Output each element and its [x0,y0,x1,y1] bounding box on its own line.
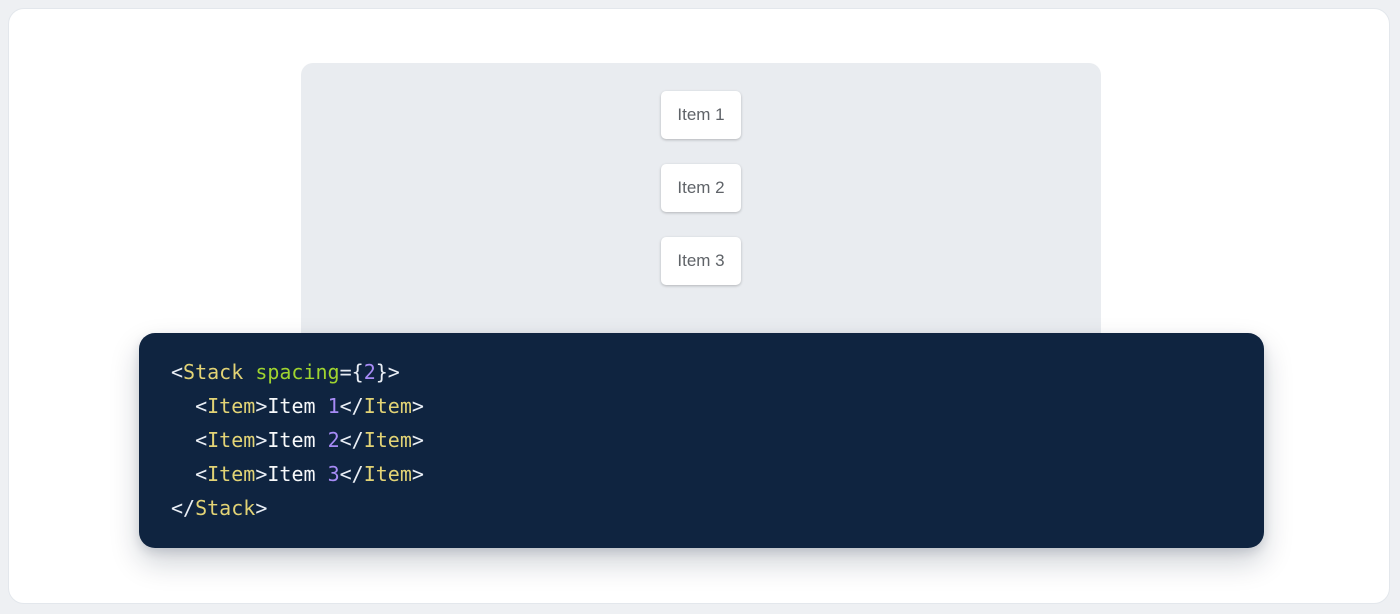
code-token-tag: Item [364,394,412,418]
code-token-num: 2 [364,360,376,384]
code-token-punc: </ [171,496,195,520]
code-token-tag: Item [207,462,255,486]
code-content: <Stack spacing={2}> <Item>Item 1</Item> … [171,355,1232,525]
stack-item: Item 1 [661,91,740,139]
code-token-text [171,394,195,418]
code-token-punc: < [195,394,207,418]
stack-item-label: Item 2 [677,178,724,197]
demo-card: Item 1 Item 2 Item 3 <Stack spacing={2}>… [8,8,1390,604]
code-token-punc: < [195,462,207,486]
code-token-text [171,428,195,452]
code-line: <Item>Item 2</Item> [171,423,1232,457]
code-token-punc: > [412,428,424,452]
code-token-num: 1 [328,394,340,418]
code-token-punc: > [255,462,267,486]
stack-item: Item 3 [661,237,740,285]
code-token-punc: </ [340,394,364,418]
stack-item-label: Item 3 [677,251,724,270]
code-token-tag: Item [364,428,412,452]
code-token-num: 2 [328,428,340,452]
code-token-punc: ={ [340,360,364,384]
code-token-punc: > [412,394,424,418]
code-token-text: Item [267,462,327,486]
code-token-text: Item [267,394,327,418]
code-token-tag: Item [207,394,255,418]
code-block: <Stack spacing={2}> <Item>Item 1</Item> … [139,333,1264,548]
code-token-punc: > [255,394,267,418]
code-token-tag: Stack [183,360,243,384]
stack-item-label: Item 1 [677,105,724,124]
code-token-punc: </ [340,428,364,452]
stack-preview-panel: Item 1 Item 2 Item 3 [301,63,1101,355]
code-token-text [243,360,255,384]
code-token-punc: < [171,360,183,384]
code-token-punc: > [255,428,267,452]
code-token-punc: < [195,428,207,452]
code-line: <Stack spacing={2}> [171,355,1232,389]
code-token-tag: Stack [195,496,255,520]
stack-item: Item 2 [661,164,740,212]
code-line: </Stack> [171,491,1232,525]
code-token-punc: </ [340,462,364,486]
code-token-text [171,462,195,486]
code-token-num: 3 [328,462,340,486]
code-token-punc: > [412,462,424,486]
code-token-punc: > [255,496,267,520]
code-token-text: Item [267,428,327,452]
code-token-tag: Item [207,428,255,452]
code-token-attr: spacing [255,360,339,384]
code-token-punc: }> [376,360,400,384]
code-line: <Item>Item 3</Item> [171,457,1232,491]
code-token-tag: Item [364,462,412,486]
code-line: <Item>Item 1</Item> [171,389,1232,423]
